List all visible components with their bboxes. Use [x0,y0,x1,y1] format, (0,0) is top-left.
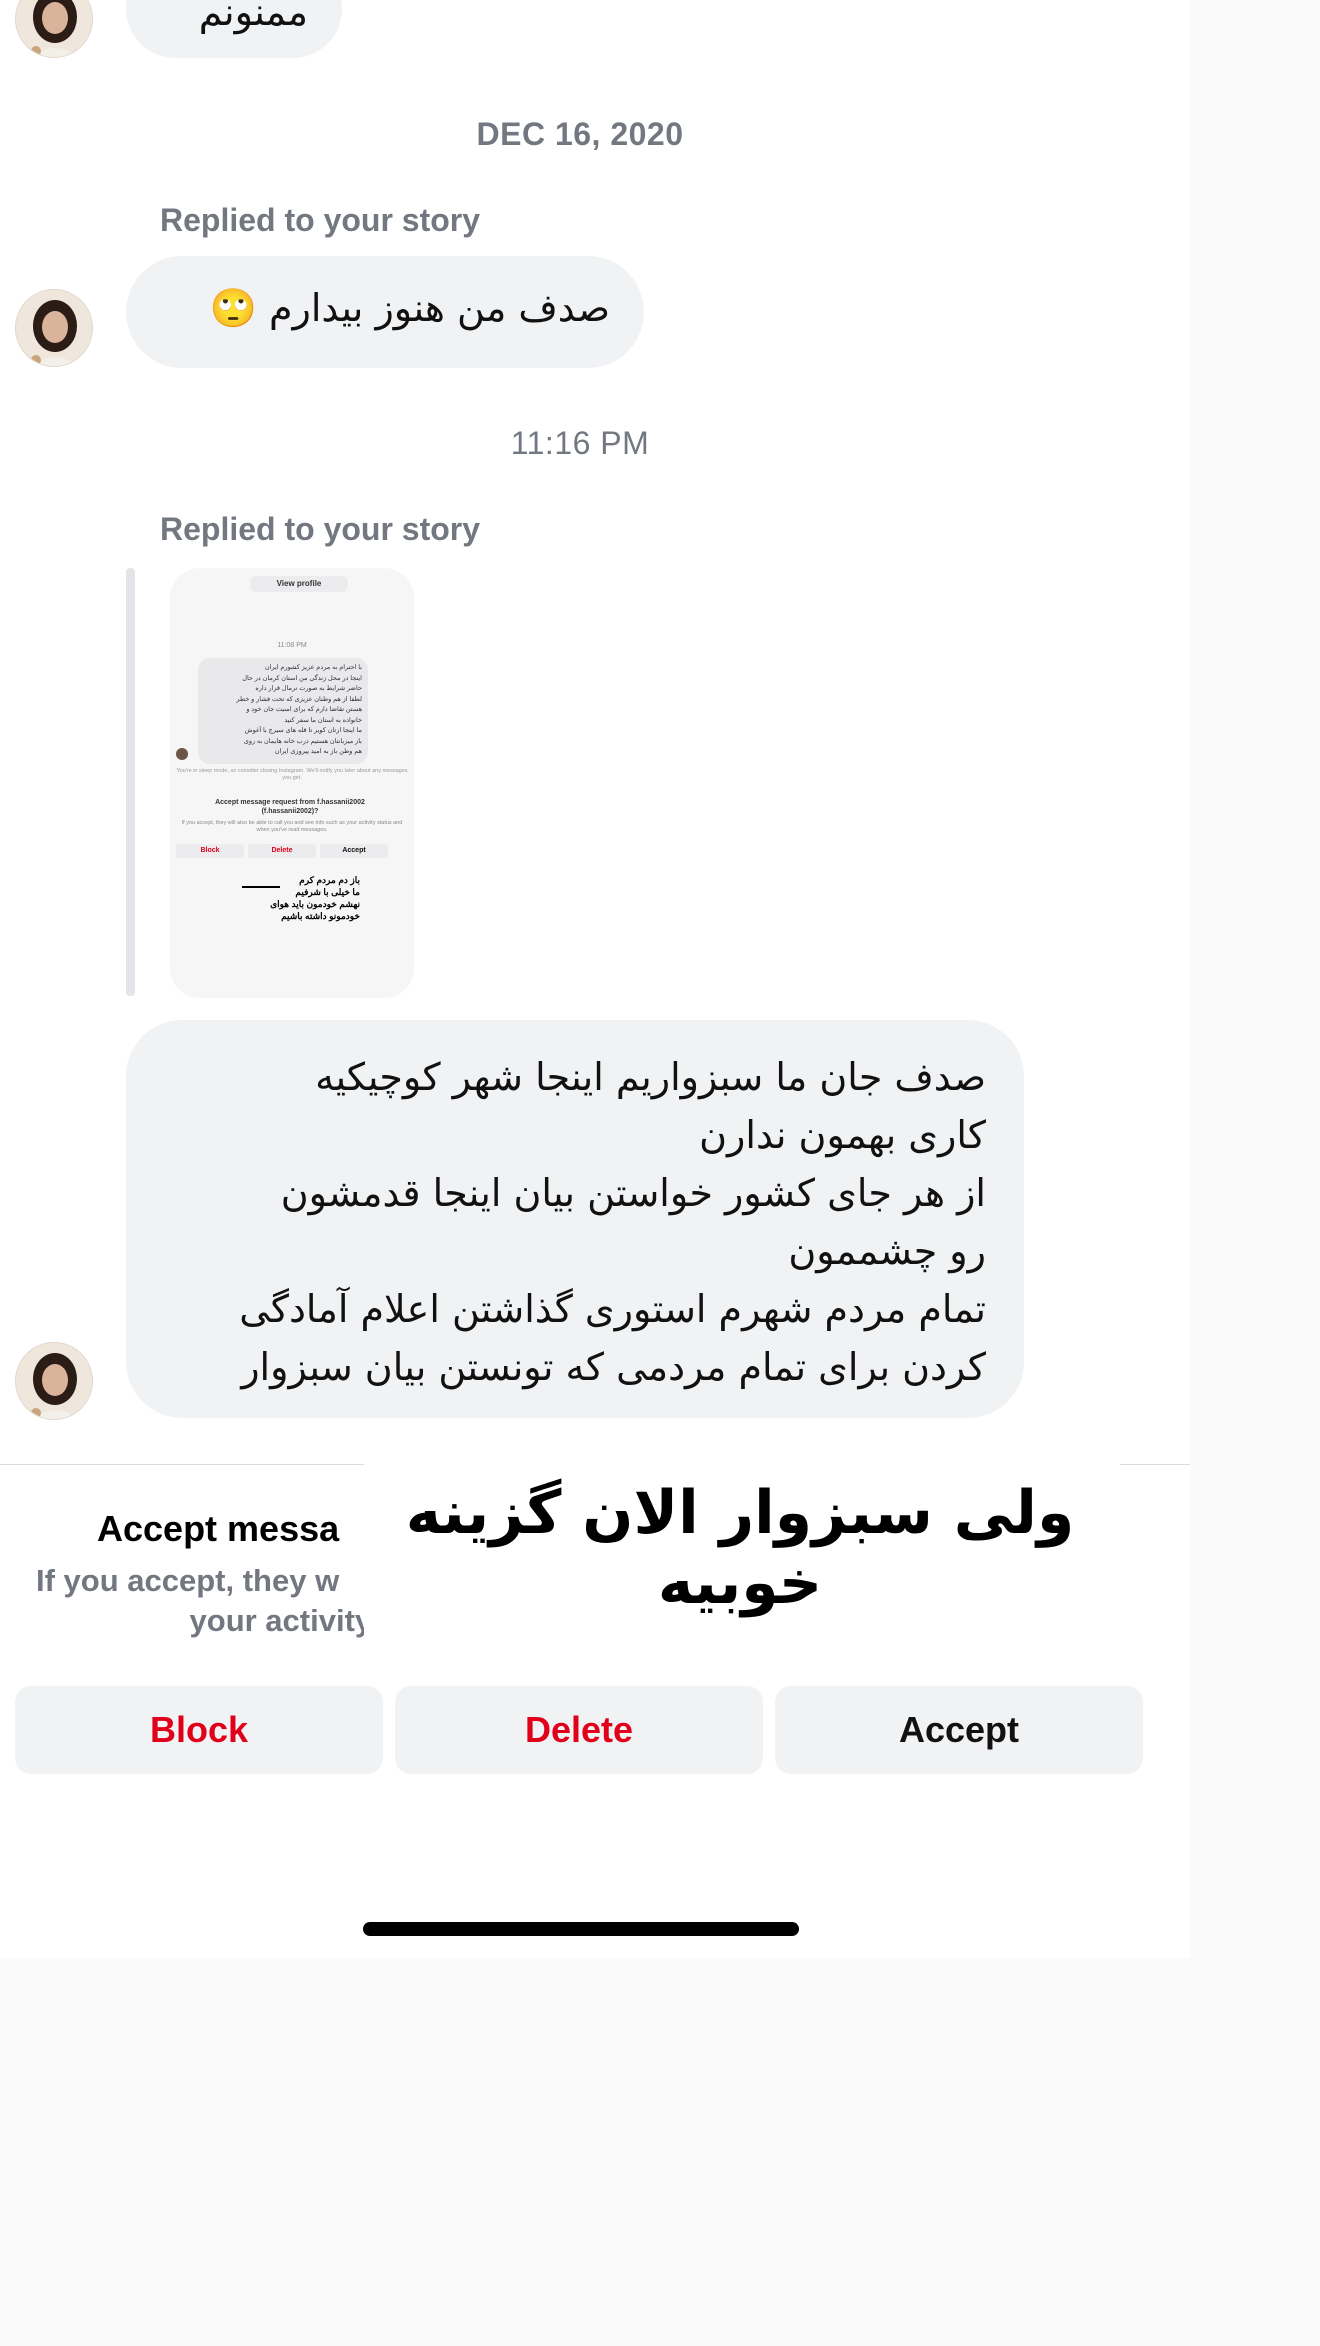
chat-screen: ممنونم DEC 16, 2020 Replied to your stor… [0,0,1190,1958]
accept-request-title: Accept message request from f.hassanii20… [215,799,365,815]
sleep-note: You're in sleep mode, so consider closin… [176,768,408,781]
story-reply-bar [126,568,135,996]
message-bubble[interactable]: صدف من هنوز بیدارم 🙄 [126,256,644,368]
story-preview[interactable]: View profile 11:08 PM با احترام به مردم … [170,568,414,998]
mini-block-button: Block [176,844,244,858]
accept-request-desc-line1: If you accept, they w [36,1563,340,1598]
person-avatar-icon [16,1343,92,1419]
replied-to-story-label: Replied to your story [160,511,481,547]
avatar[interactable] [15,1342,93,1420]
message-text: صدف من هنوز بیدارم 🙄 [209,286,610,330]
date-separator: DEC 16, 2020 [476,116,684,152]
view-profile-button: View profile [250,576,348,592]
message-text: ممنونم [198,0,308,34]
accept-request-desc: If you accept, they will also be able to… [181,820,403,833]
accept-request-title: Accept messa [97,1508,340,1549]
story-time: 11:08 PM [277,642,307,649]
message-bubble[interactable]: صدف جان ما سبزواریم اینجا شهر کوچیکیه کا… [126,1020,1024,1418]
time-separator: 11:16 PM [510,425,650,461]
avatar[interactable] [15,289,93,367]
message-text: صدف جان ما سبزواریم اینجا شهر کوچیکیه کا… [239,1055,986,1389]
story-message-text: با احترام به مردم عزیز کشورم ایران اینجا… [236,664,362,755]
mini-accept-button: Accept [320,844,388,858]
block-button[interactable]: Block [15,1686,383,1774]
mini-avatar [176,748,188,760]
message-bubble[interactable]: ممنونم [126,0,342,58]
accept-button[interactable]: Accept [775,1686,1143,1774]
story-message-bubble: با احترام به مردم عزیز کشورم ایران اینجا… [198,658,368,764]
delete-button[interactable]: Delete [395,1686,763,1774]
person-avatar-icon [16,290,92,366]
avatar[interactable] [15,0,93,58]
replied-to-story-label: Replied to your story [160,202,481,238]
overlay-caption-text: ولی سبزوار الان گزینه خوبیه [405,1478,1075,1618]
home-indicator[interactable] [363,1922,799,1936]
story-caption: باز دم مردم کرم ما خیلی با شرفیم نهشم خو… [270,875,360,921]
person-avatar-icon [16,0,92,57]
mini-delete-button: Delete [248,844,316,858]
